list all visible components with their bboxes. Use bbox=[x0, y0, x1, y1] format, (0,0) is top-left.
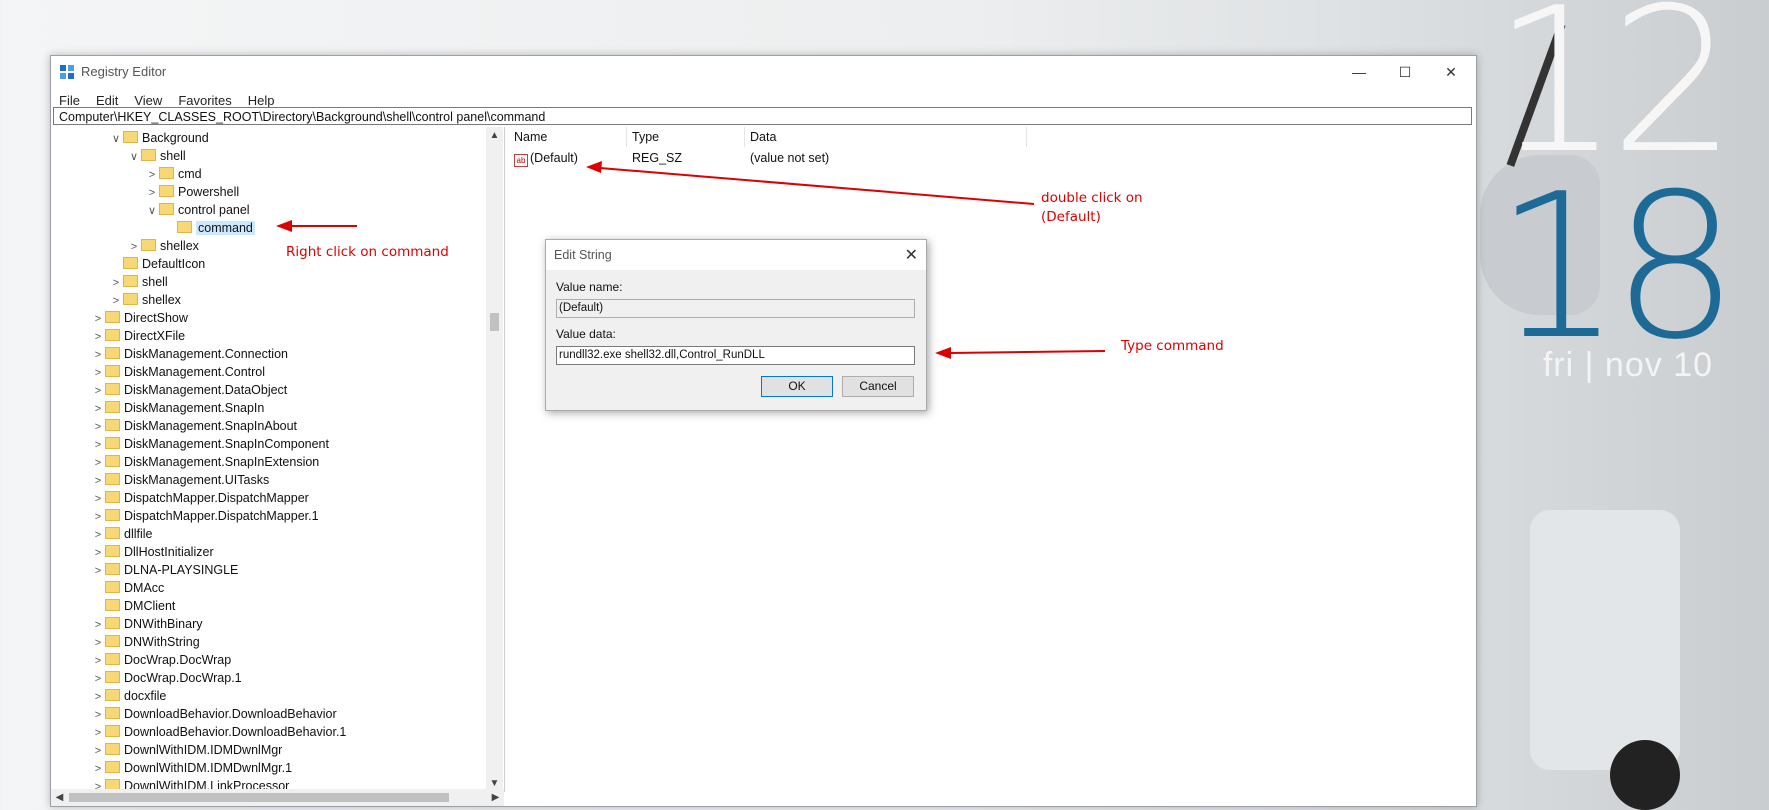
arrow-head bbox=[935, 347, 951, 359]
annotation-double-click-line1: double click on bbox=[1041, 190, 1143, 206]
annotation-type-command: Type command bbox=[1121, 338, 1224, 354]
annotation-right-click: Right click on command bbox=[286, 244, 449, 260]
arrow-to-value-data bbox=[949, 350, 1106, 354]
annotation-double-click-line2: (Default) bbox=[1041, 209, 1101, 225]
arrow-head bbox=[276, 220, 292, 232]
arrow-to-default bbox=[599, 167, 1035, 205]
arrow-head bbox=[586, 161, 602, 173]
annotation-arrows bbox=[276, 161, 1106, 359]
